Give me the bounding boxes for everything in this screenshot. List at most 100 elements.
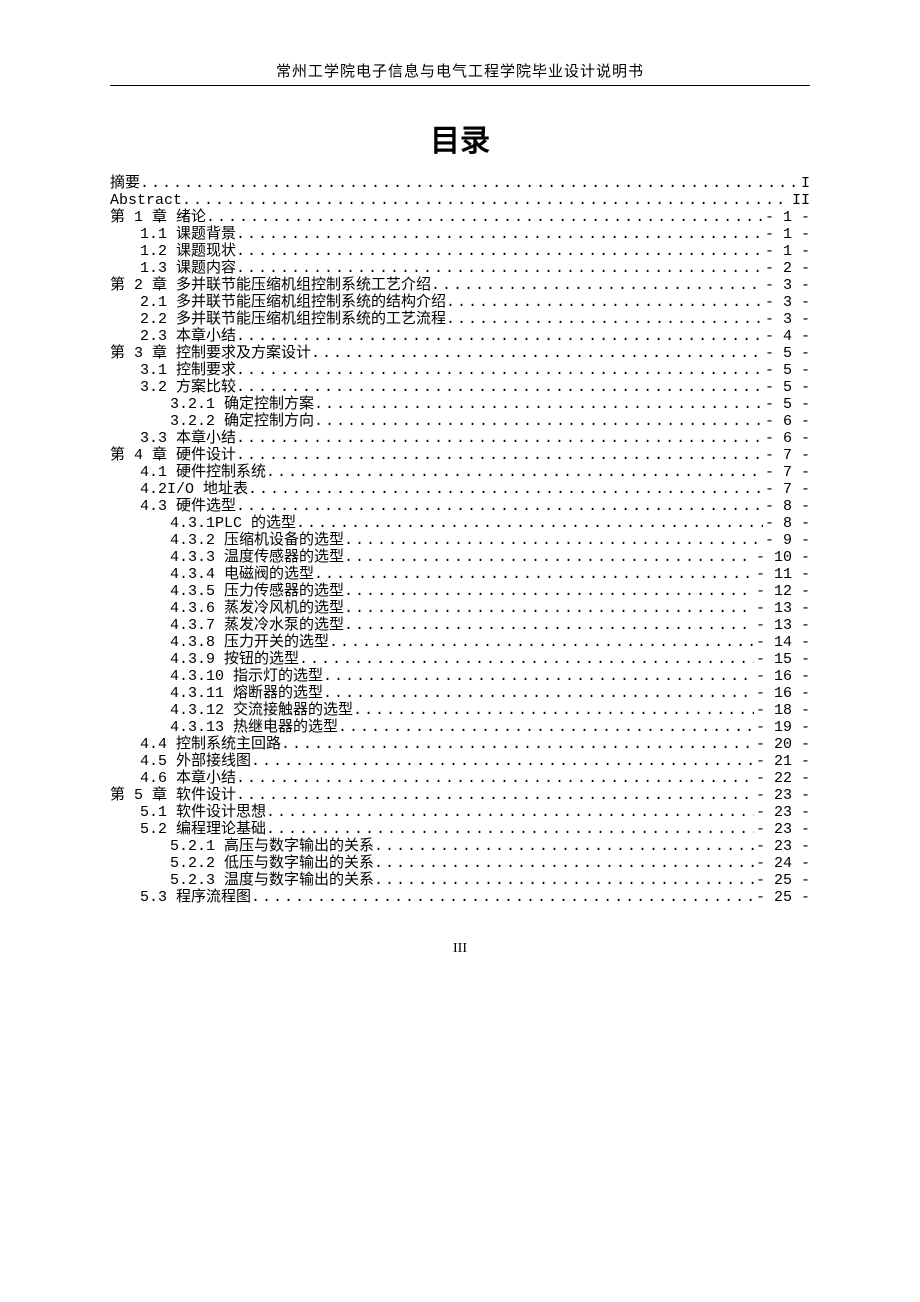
toc-leader-dots [236,261,763,276]
toc-entry: 5.3 程序流程图 - 25 - [110,889,810,906]
toc-entry: 3.2.1 确定控制方案 - 5 - [110,396,810,413]
toc-entry-page: - 14 - [754,635,810,650]
toc-entry-page: - 16 - [754,686,810,701]
toc-entry-label: 4.3.9 按钮的选型 [170,652,299,667]
toc-entry-label: 4.4 控制系统主回路 [140,737,281,752]
toc-leader-dots [236,244,763,259]
toc-entry-label: 4.3.12 交流接触器的选型 [170,703,353,718]
toc-leader-dots [299,652,754,667]
toc-leader-dots [314,414,763,429]
toc-entry-page: - 23 - [754,822,810,837]
toc-entry-label: 4.6 本章小结 [140,771,236,786]
toc-entry-page: I [799,176,810,191]
toc-entry-page: - 12 - [754,584,810,599]
toc-entry: 摘要 I [110,175,810,192]
toc-entry: 3.2 方案比较 - 5 - [110,379,810,396]
toc-entry-page: - 23 - [754,839,810,854]
toc-entry-page: - 8 - [763,499,810,514]
toc-leader-dots [374,856,754,871]
toc-entry-page: - 7 - [763,482,810,497]
toc-entry: 4.3.12 交流接触器的选型 - 18 - [110,702,810,719]
toc-entry: 2.3 本章小结 - 4 - [110,328,810,345]
toc-leader-dots [344,533,763,548]
toc-entry-label: 4.5 外部接线图 [140,754,251,769]
toc-leader-dots [446,295,763,310]
toc-leader-dots [311,346,763,361]
toc-leader-dots [296,516,763,531]
toc-entry: 4.3.9 按钮的选型 - 15 - [110,651,810,668]
toc-entry-page: - 1 - [763,227,810,242]
toc-entry-page: - 22 - [754,771,810,786]
toc-entry-label: 2.3 本章小结 [140,329,236,344]
toc-entry-page: - 8 - [763,516,810,531]
toc-entry-label: 3.3 本章小结 [140,431,236,446]
toc-entry: 4.3.3 温度传感器的选型 - 10 - [110,549,810,566]
toc-entry-page: - 18 - [754,703,810,718]
toc-leader-dots [314,567,754,582]
toc-entry-page: - 3 - [763,295,810,310]
toc-entry-label: 4.3.2 压缩机设备的选型 [170,533,344,548]
toc-entry-page: - 23 - [754,805,810,820]
toc-leader-dots [236,227,763,242]
toc-entry-page: - 6 - [763,431,810,446]
toc-entry-label: 4.3.11 熔断器的选型 [170,686,323,701]
toc-leader-dots [248,482,763,497]
toc-entry: 1.2 课题现状 - 1 - [110,243,810,260]
toc-entry-page: - 21 - [754,754,810,769]
toc-entry-label: 4.3.8 压力开关的选型 [170,635,329,650]
toc-leader-dots [338,720,754,735]
toc-leader-dots [206,210,763,225]
toc-leader-dots [374,839,754,854]
toc-leader-dots [236,329,763,344]
toc-entry-page: - 25 - [754,873,810,888]
toc-entry-page: II [790,193,810,208]
toc-entry-page: - 2 - [763,261,810,276]
toc-leader-dots [236,788,754,803]
toc-entry-label: 4.3.4 电磁阀的选型 [170,567,314,582]
toc-entry: 4.3.6 蒸发冷风机的选型 - 13 - [110,600,810,617]
toc-entry-label: 2.1 多并联节能压缩机组控制系统的结构介绍 [140,295,446,310]
toc-entry-label: 摘要 [110,176,140,191]
toc-entry: 4.3.10 指示灯的选型 - 16 - [110,668,810,685]
toc-entry: 4.3.11 熔断器的选型 - 16 - [110,685,810,702]
toc-leader-dots [140,176,799,191]
toc-entry-label: 1.3 课题内容 [140,261,236,276]
toc-entry: 4.3.5 压力传感器的选型 - 12 - [110,583,810,600]
page-number: III [110,941,810,957]
toc-leader-dots [236,431,763,446]
toc-leader-dots [344,601,754,616]
page-container: 常州工学院电子信息与电气工程学院毕业设计说明书 目录 摘要 IAbstract … [110,0,810,997]
toc-entry: 第 2 章 多并联节能压缩机组控制系统工艺介绍 - 3 - [110,277,810,294]
toc-entry-label: 4.3 硬件选型 [140,499,236,514]
toc-leader-dots [323,669,754,684]
toc-leader-dots [251,890,754,905]
toc-leader-dots [266,465,763,480]
toc-entry-page: - 4 - [763,329,810,344]
toc-entry-page: - 7 - [763,465,810,480]
toc-entry-label: 4.3.7 蒸发冷水泵的选型 [170,618,344,633]
toc-entry: 4.5 外部接线图 - 21 - [110,753,810,770]
toc-entry-label: 4.3.5 压力传感器的选型 [170,584,344,599]
toc-entry-label: Abstract [110,193,182,208]
toc-entry-label: 3.1 控制要求 [140,363,236,378]
toc-entry-label: 第 3 章 控制要求及方案设计 [110,346,311,361]
toc-entry-page: - 25 - [754,890,810,905]
toc-entry-label: 4.3.1PLC 的选型 [170,516,296,531]
toc-entry-page: - 20 - [754,737,810,752]
toc-entry: 4.3.2 压缩机设备的选型 - 9 - [110,532,810,549]
toc-entry-label: 3.2 方案比较 [140,380,236,395]
toc-leader-dots [236,771,754,786]
toc-entry: 5.2 编程理论基础 - 23 - [110,821,810,838]
toc-entry-page: - 5 - [763,380,810,395]
toc-entry-page: - 6 - [763,414,810,429]
toc-entry-page: - 19 - [754,720,810,735]
toc-entry-page: - 1 - [763,244,810,259]
toc-leader-dots [251,754,754,769]
toc-entry: 4.4 控制系统主回路 - 20 - [110,736,810,753]
toc-entry: 5.2.1 高压与数字输出的关系 - 23 - [110,838,810,855]
toc-leader-dots [374,873,754,888]
running-header: 常州工学院电子信息与电气工程学院毕业设计说明书 [110,60,810,86]
toc-entry-label: 4.3.3 温度传感器的选型 [170,550,344,565]
toc-entry: 3.2.2 确定控制方向 - 6 - [110,413,810,430]
toc-entry: 4.1 硬件控制系统 - 7 - [110,464,810,481]
